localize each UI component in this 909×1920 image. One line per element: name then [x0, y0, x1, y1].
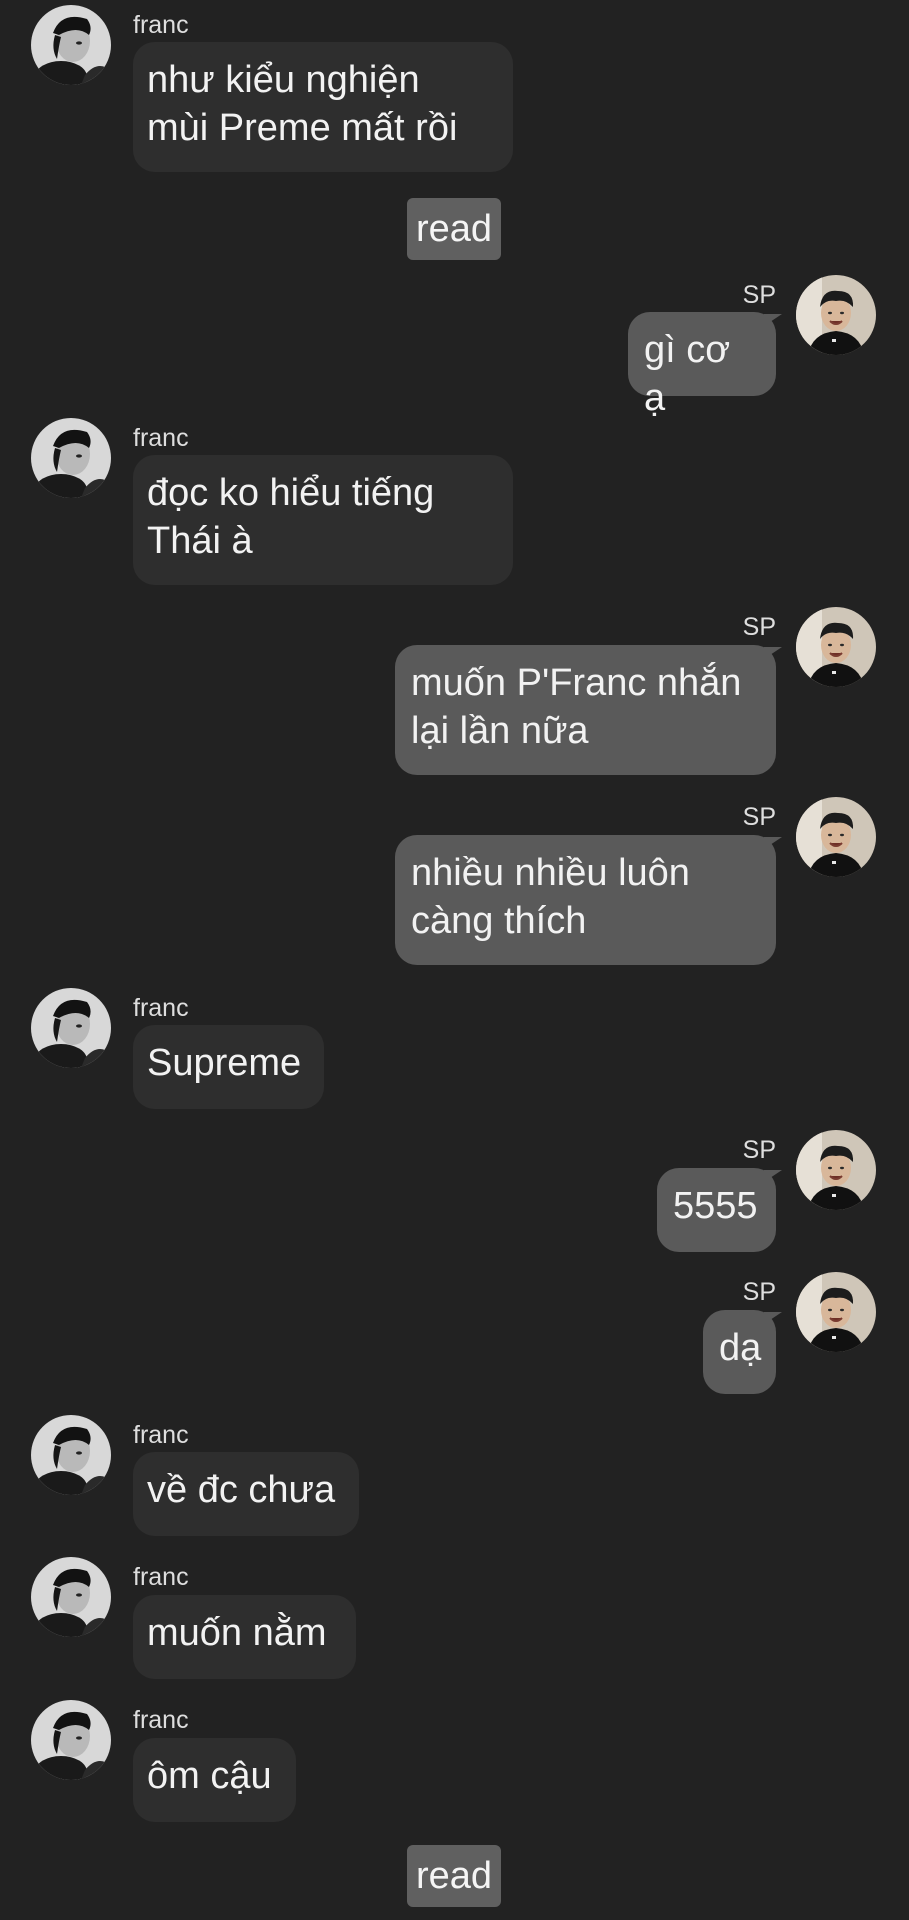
message-bubble-incoming[interactable]: như kiểu nghiện mùi Preme mất rồi	[133, 42, 513, 172]
sender-name: franc	[133, 1563, 189, 1591]
avatar-franc-icon[interactable]	[31, 988, 111, 1068]
sender-name: SP	[742, 613, 776, 641]
avatar-sp-icon[interactable]	[796, 1130, 876, 1210]
avatar-franc-icon[interactable]	[31, 1557, 111, 1637]
sender-name: franc	[133, 424, 189, 452]
avatar-sp-icon[interactable]	[796, 607, 876, 687]
avatar-sp-icon[interactable]	[796, 275, 876, 355]
message-bubble-incoming[interactable]: Supreme	[133, 1025, 324, 1109]
sender-name: franc	[133, 994, 189, 1022]
message-bubble-outgoing[interactable]: gì cơ ạ	[628, 312, 776, 419]
bubble-tail	[764, 1312, 782, 1324]
message-bubble-outgoing[interactable]: 5555	[657, 1168, 776, 1252]
message-bubble-incoming[interactable]: đọc ko hiểu tiếng Thái à	[133, 455, 513, 585]
avatar-franc-icon[interactable]	[31, 418, 111, 498]
avatar-franc-icon[interactable]	[31, 1700, 111, 1780]
message-bubble-outgoing[interactable]: muốn P'Franc nhắn lại lần nữa	[395, 645, 776, 775]
avatar-franc-icon[interactable]	[31, 1415, 111, 1495]
bubble-tail	[764, 314, 782, 326]
sender-name: SP	[742, 803, 776, 831]
sender-name: SP	[742, 281, 776, 309]
bubble-tail	[764, 1170, 782, 1182]
avatar-sp-icon[interactable]	[796, 1272, 876, 1352]
sender-name: SP	[742, 1278, 776, 1306]
message-bubble-incoming[interactable]: ôm cậu	[133, 1738, 296, 1822]
sender-name: franc	[133, 1706, 189, 1734]
avatar-franc-icon[interactable]	[31, 5, 111, 85]
message-bubble-outgoing[interactable]: nhiều nhiều luôn càng thích	[395, 835, 776, 965]
message-bubble-incoming[interactable]: về đc chưa	[133, 1452, 359, 1536]
sender-name: SP	[742, 1136, 776, 1164]
bubble-tail	[764, 647, 782, 659]
avatar-sp-icon[interactable]	[796, 797, 876, 877]
bubble-tail	[764, 837, 782, 849]
message-bubble-incoming[interactable]: muốn nằm	[133, 1595, 356, 1679]
sender-name: franc	[133, 11, 189, 39]
sender-name: franc	[133, 1421, 189, 1449]
read-receipt-badge: read	[407, 1845, 501, 1907]
read-receipt-badge: read	[407, 198, 501, 260]
